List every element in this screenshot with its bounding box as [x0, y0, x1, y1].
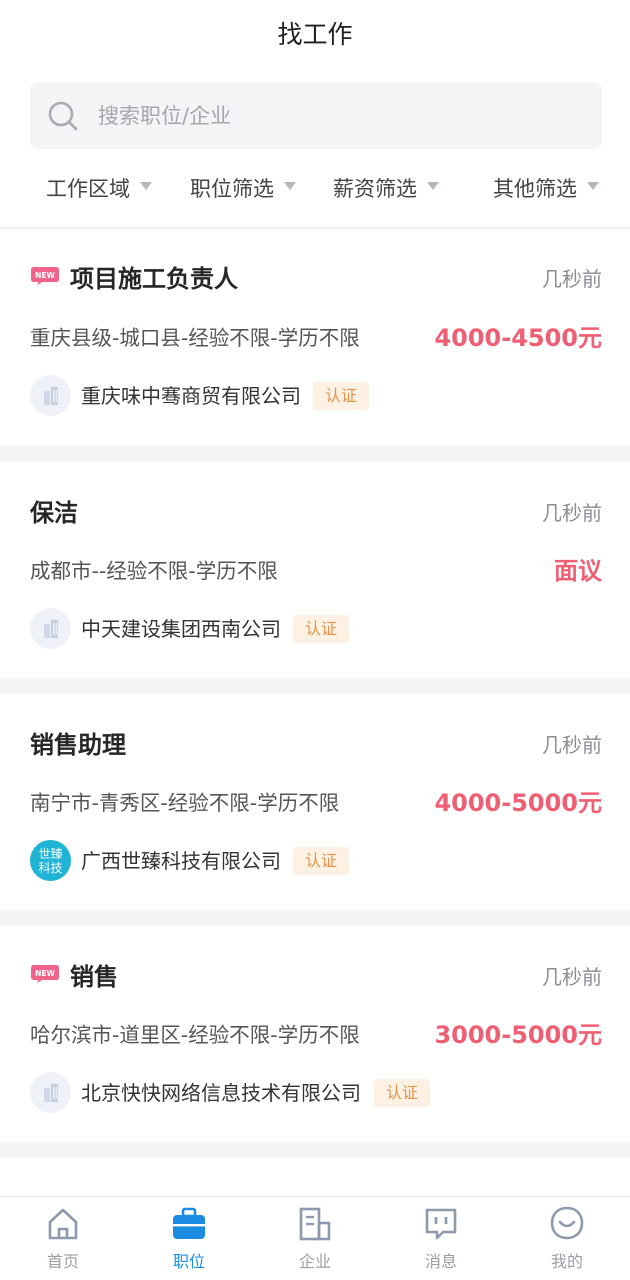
filter-label: 职位筛选	[190, 177, 274, 201]
job-list-page: 找工作 工作区域 职位筛选 薪资筛选 其他筛选	[0, 0, 630, 1280]
salary: 4000-4500元	[434, 324, 602, 352]
job-title: 项目施工负责人	[70, 265, 238, 293]
search-icon	[48, 101, 78, 131]
post-time: 几秒前	[542, 501, 602, 525]
tab-jobs[interactable]: 职位	[126, 1197, 252, 1280]
tab-home[interactable]: 首页	[0, 1197, 126, 1280]
tab-label: 职位	[172, 1252, 205, 1271]
bottom-tab-bar: 首页 职位 企业 消息 我的	[0, 1196, 630, 1280]
salary: 面议	[554, 557, 602, 585]
verified-badge: 认证	[293, 615, 350, 643]
profile-icon	[550, 1206, 584, 1240]
job-location-requirements: 哈尔滨市-道里区-经验不限-学历不限	[30, 1023, 360, 1047]
job-title-row: 销售助理 几秒前	[30, 726, 602, 766]
salary: 3000-5000元	[434, 1021, 602, 1049]
new-badge-icon: NEW	[31, 965, 59, 983]
job-location-requirements: 成都市--经验不限-学历不限	[30, 559, 278, 583]
company-name: 中天建设集团西南公司	[81, 617, 281, 641]
filter-position[interactable]: 职位筛选	[190, 168, 296, 208]
job-title-row: NEW 销售 几秒前	[30, 958, 602, 998]
tab-label: 消息	[424, 1252, 457, 1271]
filter-bar: 工作区域 职位筛选 薪资筛选 其他筛选	[0, 168, 630, 208]
company-logo	[30, 375, 71, 416]
company-logo	[30, 1072, 71, 1113]
filter-label: 工作区域	[46, 177, 130, 201]
page-title: 找工作	[277, 20, 353, 49]
filter-work-area[interactable]: 工作区域	[46, 168, 152, 208]
dropdown-arrow-icon	[427, 182, 439, 190]
logo-text: 科技	[38, 860, 63, 875]
job-title: 销售	[70, 963, 118, 991]
salary: 4000-5000元	[434, 789, 602, 817]
company-logo	[30, 608, 71, 649]
search-input[interactable]	[98, 82, 578, 149]
company-row[interactable]: 北京快快网络信息技术有限公司 认证	[30, 1072, 602, 1114]
svg-text:NEW: NEW	[35, 271, 55, 280]
company-row[interactable]: 重庆味中骞商贸有限公司 认证	[30, 375, 602, 417]
filter-salary[interactable]: 薪资筛选	[333, 168, 439, 208]
post-time: 几秒前	[542, 733, 602, 757]
verified-badge: 认证	[293, 847, 350, 875]
company-name: 广西世臻科技有限公司	[81, 849, 281, 873]
dropdown-arrow-icon	[140, 182, 152, 190]
building-icon	[43, 1083, 58, 1102]
verified-badge: 认证	[374, 1079, 431, 1107]
dropdown-arrow-icon	[284, 182, 296, 190]
home-icon	[48, 1208, 78, 1240]
header: 找工作 工作区域 职位筛选 薪资筛选 其他筛选	[0, 0, 630, 228]
job-card[interactable]: NEW 销售 几秒前 哈尔滨市-道里区-经验不限-学历不限 3000-5000元…	[0, 926, 630, 1142]
dropdown-arrow-icon	[587, 182, 599, 190]
job-card[interactable]: NEW 项目施工负责人 几秒前 重庆县级-城口县-经验不限-学历不限 4000-…	[0, 230, 630, 445]
verified-badge: 认证	[313, 382, 370, 410]
tab-profile[interactable]: 我的	[504, 1197, 630, 1280]
job-title: 保洁	[30, 499, 78, 527]
tab-label: 我的	[550, 1252, 583, 1271]
tab-messages[interactable]: 消息	[378, 1197, 504, 1280]
post-time: 几秒前	[542, 267, 602, 291]
message-icon	[425, 1208, 457, 1240]
post-time: 几秒前	[542, 965, 602, 989]
filter-other[interactable]: 其他筛选	[493, 168, 599, 208]
job-location-requirements: 南宁市-青秀区-经验不限-学历不限	[30, 791, 340, 815]
job-title-row: NEW 项目施工负责人 几秒前	[30, 260, 602, 300]
tab-label: 企业	[298, 1252, 331, 1271]
filter-label: 薪资筛选	[333, 177, 417, 201]
company-name: 重庆味中骞商贸有限公司	[81, 384, 301, 408]
company-brand-logo: 世臻 科技	[30, 840, 71, 881]
tab-company[interactable]: 企业	[252, 1197, 378, 1280]
company-row[interactable]: 中天建设集团西南公司 认证	[30, 608, 602, 650]
job-title: 销售助理	[30, 731, 126, 759]
job-location-requirements: 重庆县级-城口县-经验不限-学历不限	[30, 326, 360, 350]
tab-label: 首页	[46, 1252, 79, 1271]
briefcase-icon	[173, 1207, 205, 1239]
job-title-row: 保洁 几秒前	[30, 494, 602, 534]
job-card[interactable]: 保洁 几秒前 成都市--经验不限-学历不限 面议 中天建设集团西南公司 认证	[0, 462, 630, 678]
logo-text: 世臻	[38, 846, 63, 861]
company-row[interactable]: 世臻 科技 广西世臻科技有限公司 认证	[30, 840, 602, 882]
company-building-icon	[299, 1207, 331, 1241]
company-name: 北京快快网络信息技术有限公司	[81, 1081, 361, 1105]
filter-label: 其他筛选	[493, 177, 577, 201]
new-badge-icon: NEW	[31, 267, 59, 285]
svg-text:NEW: NEW	[35, 969, 55, 978]
building-icon	[43, 386, 58, 405]
job-card[interactable]: 销售助理 几秒前 南宁市-青秀区-经验不限-学历不限 4000-5000元 世臻…	[0, 694, 630, 910]
search-bar[interactable]	[30, 82, 602, 149]
building-icon	[43, 619, 58, 638]
